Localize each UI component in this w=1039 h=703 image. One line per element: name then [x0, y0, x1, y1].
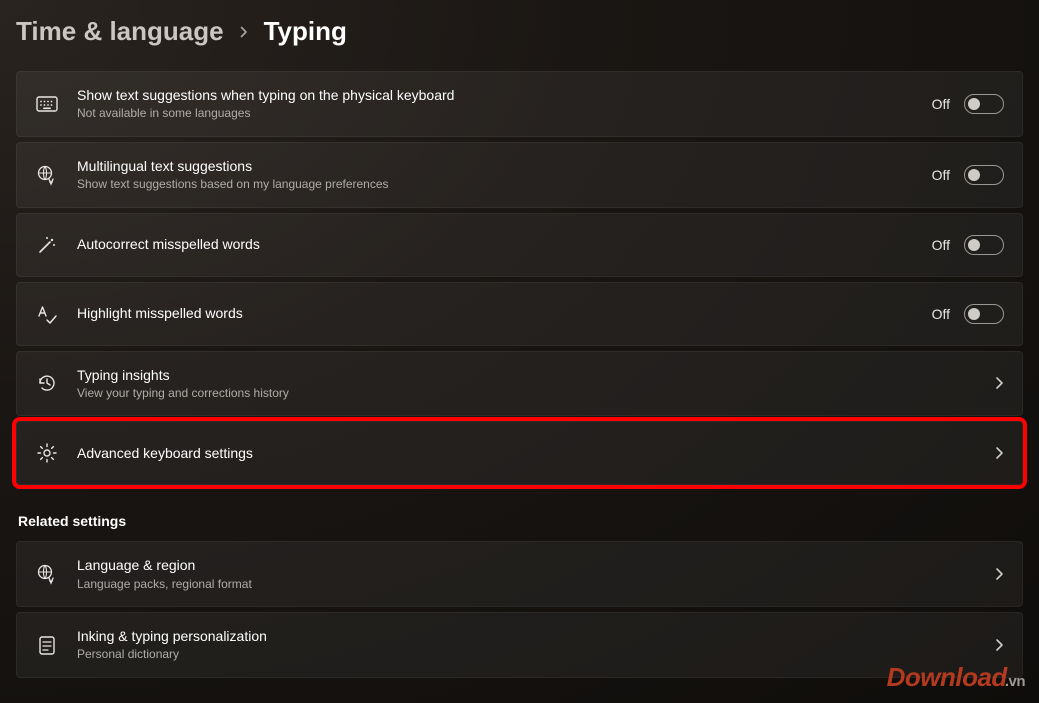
- row-text: Show text suggestions when typing on the…: [77, 86, 932, 122]
- globe-lang-icon: [35, 163, 59, 187]
- setting-row-multilingual: Multilingual text suggestions Show text s…: [16, 142, 1023, 208]
- toggle-state-label: Off: [932, 167, 950, 183]
- spellcheck-icon: [35, 302, 59, 326]
- setting-row-inking[interactable]: Inking & typing personalization Personal …: [16, 612, 1023, 678]
- toggle-switch[interactable]: [964, 94, 1004, 114]
- row-title: Multilingual text suggestions: [77, 157, 932, 175]
- row-control: Off: [932, 94, 1004, 114]
- settings-list: Show text suggestions when typing on the…: [0, 71, 1039, 678]
- row-control: [986, 446, 1004, 460]
- toggle-state-label: Off: [932, 306, 950, 322]
- row-control: Off: [932, 235, 1004, 255]
- toggle-switch[interactable]: [964, 304, 1004, 324]
- row-title: Autocorrect misspelled words: [77, 235, 932, 253]
- row-control: [986, 638, 1004, 652]
- breadcrumb-current: Typing: [264, 16, 347, 47]
- row-text: Advanced keyboard settings: [77, 444, 986, 462]
- related-settings-heading: Related settings: [18, 513, 1023, 529]
- chevron-right-icon: [238, 26, 250, 38]
- row-title: Advanced keyboard settings: [77, 444, 986, 462]
- row-title: Show text suggestions when typing on the…: [77, 86, 932, 104]
- row-control: [986, 376, 1004, 390]
- setting-row-highlight: Highlight misspelled wordsOff: [16, 282, 1023, 346]
- breadcrumb-parent-link[interactable]: Time & language: [16, 16, 224, 47]
- row-description: Show text suggestions based on my langua…: [77, 177, 932, 193]
- wand-icon: [35, 233, 59, 257]
- row-description: View your typing and corrections history: [77, 386, 986, 402]
- row-text: Language & region Language packs, regiona…: [77, 556, 986, 592]
- setting-row-autocorrect: Autocorrect misspelled wordsOff: [16, 213, 1023, 277]
- row-title: Highlight misspelled words: [77, 304, 932, 322]
- row-control: [986, 567, 1004, 581]
- row-text: Typing insights View your typing and corr…: [77, 366, 986, 402]
- gear-icon: [35, 441, 59, 465]
- chevron-right-icon: [994, 638, 1004, 652]
- row-text: Highlight misspelled words: [77, 304, 932, 322]
- toggle-state-label: Off: [932, 96, 950, 112]
- setting-row-language-region[interactable]: Language & region Language packs, regiona…: [16, 541, 1023, 607]
- toggle-state-label: Off: [932, 237, 950, 253]
- row-control: Off: [932, 304, 1004, 324]
- row-description: Personal dictionary: [77, 647, 986, 663]
- toggle-switch[interactable]: [964, 165, 1004, 185]
- notepad-icon: [35, 633, 59, 657]
- keyboard-icon: [35, 92, 59, 116]
- breadcrumb: Time & language Typing: [0, 0, 1039, 71]
- row-description: Language packs, regional format: [77, 577, 986, 593]
- setting-row-insights[interactable]: Typing insights View your typing and corr…: [16, 351, 1023, 417]
- row-title: Typing insights: [77, 366, 986, 384]
- toggle-switch[interactable]: [964, 235, 1004, 255]
- row-text: Inking & typing personalization Personal …: [77, 627, 986, 663]
- row-description: Not available in some languages: [77, 106, 932, 122]
- setting-row-text-suggestions: Show text suggestions when typing on the…: [16, 71, 1023, 137]
- history-icon: [35, 371, 59, 395]
- row-text: Multilingual text suggestions Show text s…: [77, 157, 932, 193]
- row-title: Inking & typing personalization: [77, 627, 986, 645]
- row-title: Language & region: [77, 556, 986, 574]
- chevron-right-icon: [994, 446, 1004, 460]
- globe-lang-icon: [35, 562, 59, 586]
- chevron-right-icon: [994, 567, 1004, 581]
- setting-row-advanced[interactable]: Advanced keyboard settings: [16, 421, 1023, 485]
- row-text: Autocorrect misspelled words: [77, 235, 932, 253]
- row-control: Off: [932, 165, 1004, 185]
- chevron-right-icon: [994, 376, 1004, 390]
